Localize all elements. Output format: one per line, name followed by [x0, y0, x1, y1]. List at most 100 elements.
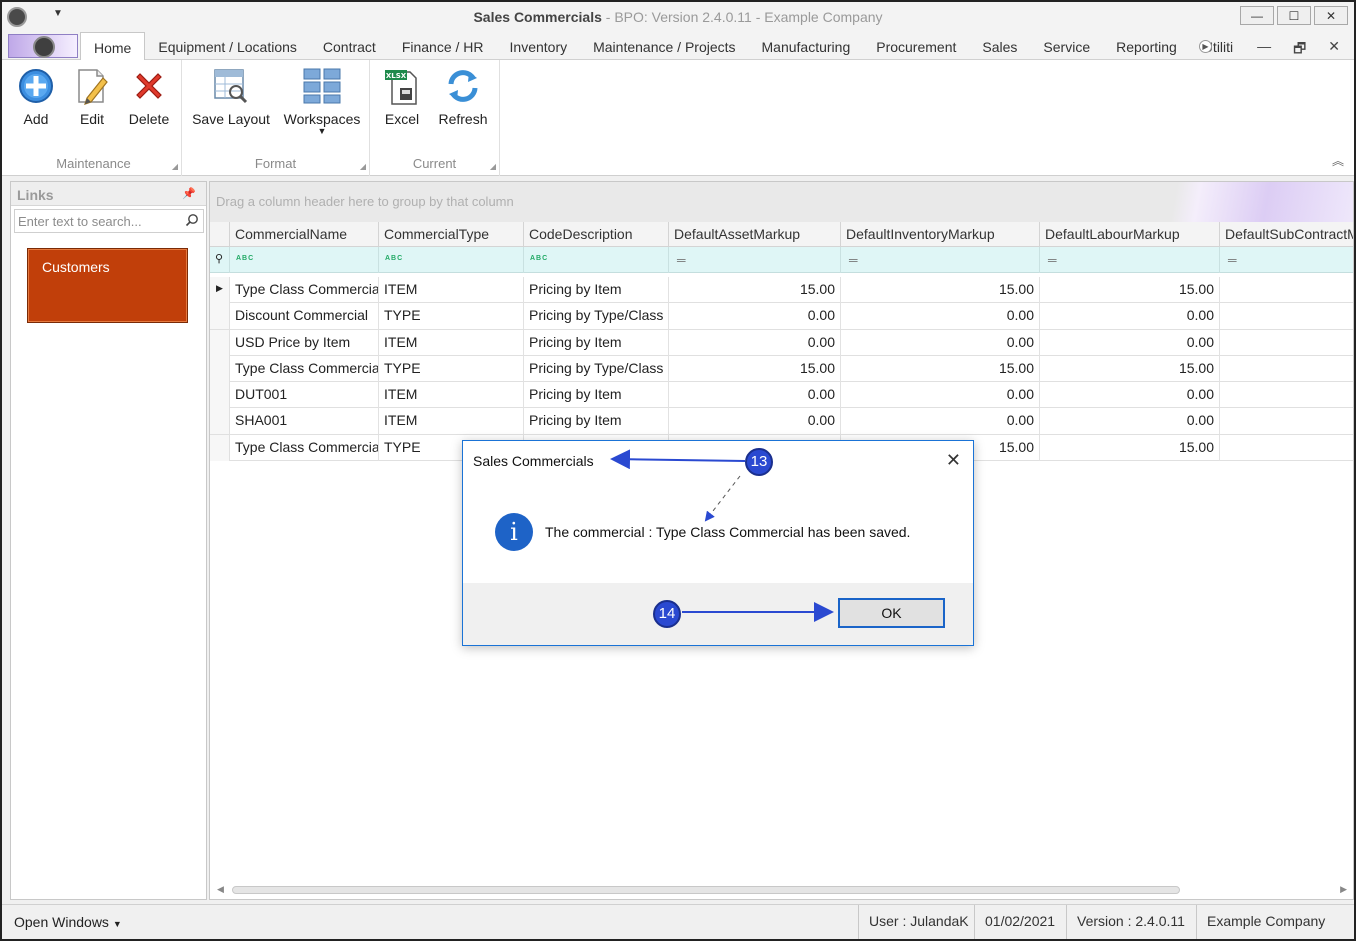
table-row[interactable]: Discount Commercial TYPE Pricing by Type…: [210, 303, 1353, 330]
scroll-left-icon[interactable]: ◀: [217, 884, 224, 895]
cell-defaultlabourmarkup[interactable]: 0.00: [1040, 408, 1220, 435]
tab-procurement[interactable]: Procurement: [863, 32, 969, 60]
tab-scroll-right-icon[interactable]: ▶: [1199, 40, 1212, 53]
tab-reporting[interactable]: Reporting: [1103, 32, 1190, 60]
tab-finance-hr[interactable]: Finance / HR: [389, 32, 497, 60]
cell-commercialtype[interactable]: ITEM: [379, 408, 524, 435]
cell-codedescription[interactable]: Pricing by Item: [524, 408, 669, 435]
cell-commercialname[interactable]: SHA001: [230, 408, 379, 435]
cell-codedescription[interactable]: Pricing by Item: [524, 329, 669, 356]
cell-defaultsubcontractmarkup[interactable]: [1220, 277, 1353, 303]
cell-codedescription[interactable]: Pricing by Type/Class: [524, 303, 669, 330]
links-search-input[interactable]: Enter text to search...: [14, 209, 204, 233]
cell-commercialtype[interactable]: ITEM: [379, 382, 524, 409]
filter-commercialtype[interactable]: ABC: [379, 247, 524, 273]
cell-defaultsubcontractmarkup[interactable]: [1220, 356, 1353, 382]
cell-defaultlabourmarkup[interactable]: 15.00: [1040, 434, 1220, 461]
cell-commercialtype[interactable]: ITEM: [379, 329, 524, 356]
cell-defaultinventorymarkup[interactable]: 0.00: [841, 382, 1040, 409]
cell-defaultlabourmarkup[interactable]: 0.00: [1040, 382, 1220, 409]
filter-defaultinventorymarkup[interactable]: ═: [841, 247, 1040, 273]
cell-defaultsubcontractmarkup[interactable]: [1220, 408, 1353, 434]
cell-defaultinventorymarkup[interactable]: 0.00: [841, 408, 1040, 435]
collapse-ribbon-icon[interactable]: ︽: [1332, 152, 1344, 169]
tab-manufacturing[interactable]: Manufacturing: [749, 32, 864, 60]
cell-codedescription[interactable]: Pricing by Item: [524, 277, 669, 303]
cell-defaultassetmarkup[interactable]: 15.00: [669, 355, 841, 382]
edit-button[interactable]: Edit: [70, 64, 114, 127]
tab-service[interactable]: Service: [1030, 32, 1103, 60]
pin-icon[interactable]: 📌: [182, 187, 196, 200]
cell-commercialname[interactable]: Discount Commercial: [230, 303, 379, 330]
refresh-button[interactable]: Refresh: [436, 64, 490, 127]
tab-sales[interactable]: Sales: [969, 32, 1030, 60]
cell-defaultassetmarkup[interactable]: 0.00: [669, 303, 841, 330]
tab-contract[interactable]: Contract: [310, 32, 389, 60]
cell-defaultsubcontractmarkup[interactable]: [1220, 303, 1353, 329]
column-header-defaultassetmarkup[interactable]: DefaultAssetMarkup: [669, 222, 841, 247]
cell-commercialname[interactable]: USD Price by Item: [230, 329, 379, 356]
cell-defaultassetmarkup[interactable]: 15.00: [669, 277, 841, 303]
close-button[interactable]: ✕: [1314, 6, 1348, 25]
cell-defaultlabourmarkup[interactable]: 0.00: [1040, 303, 1220, 330]
group-launcher-icon[interactable]: ◢: [172, 162, 178, 171]
filter-defaultsubcontractmarkup[interactable]: ═: [1220, 247, 1353, 273]
column-header-codedescription[interactable]: CodeDescription: [524, 222, 669, 247]
group-launcher-icon[interactable]: ◢: [360, 162, 366, 171]
cell-commercialtype[interactable]: TYPE: [379, 303, 524, 330]
dialog-close-button[interactable]: ✕: [946, 450, 961, 471]
maximize-button[interactable]: ☐: [1277, 6, 1311, 25]
cell-defaultlabourmarkup[interactable]: 0.00: [1040, 329, 1220, 356]
group-by-panel[interactable]: Drag a column header here to group by th…: [210, 182, 1353, 222]
filter-commercialname[interactable]: ABC: [230, 247, 379, 273]
cell-commercialtype[interactable]: ITEM: [379, 277, 524, 303]
tab-home[interactable]: Home: [80, 32, 146, 61]
cell-defaultassetmarkup[interactable]: 0.00: [669, 329, 841, 356]
cell-codedescription[interactable]: Pricing by Type/Class: [524, 355, 669, 382]
cell-defaultassetmarkup[interactable]: 0.00: [669, 382, 841, 409]
cell-defaultinventorymarkup[interactable]: 0.00: [841, 329, 1040, 356]
scrollbar-thumb[interactable]: [232, 886, 1180, 894]
column-header-commercialname[interactable]: CommercialName: [230, 222, 379, 247]
mdi-minimize-button[interactable]: —: [1257, 38, 1271, 62]
tab-equipment-locations[interactable]: Equipment / Locations: [145, 32, 310, 60]
mdi-close-button[interactable]: ✕: [1328, 38, 1340, 62]
cell-defaultassetmarkup[interactable]: 0.00: [669, 408, 841, 435]
search-icon[interactable]: [185, 213, 199, 230]
cell-defaultinventorymarkup[interactable]: 0.00: [841, 303, 1040, 330]
horizontal-scrollbar[interactable]: ◀ ▶: [210, 881, 1353, 899]
column-header-defaultsubcontractmarkup[interactable]: DefaultSubContractM: [1220, 222, 1353, 247]
filter-codedescription[interactable]: ABC: [524, 247, 669, 273]
table-row[interactable]: ▶ Type Class Commercial ITEM Pricing by …: [210, 277, 1353, 304]
customers-link-tile[interactable]: Customers: [27, 248, 188, 323]
cell-commercialname[interactable]: DUT001: [230, 382, 379, 409]
delete-button[interactable]: Delete: [124, 64, 174, 127]
table-row[interactable]: Type Class Commercial TYPE Pricing by Ty…: [210, 355, 1353, 383]
table-row[interactable]: DUT001 ITEM Pricing by Item 0.00 0.00 0.…: [210, 382, 1353, 409]
scroll-right-icon[interactable]: ▶: [1340, 884, 1347, 895]
cell-defaultsubcontractmarkup[interactable]: [1220, 435, 1353, 461]
cell-commercialtype[interactable]: TYPE: [379, 355, 524, 382]
excel-button[interactable]: XLSX Excel: [380, 64, 424, 127]
mdi-restore-button[interactable]: 🗗: [1293, 38, 1306, 62]
open-windows-menu[interactable]: Open Windows ▼: [14, 914, 122, 930]
cell-defaultlabourmarkup[interactable]: 15.00: [1040, 355, 1220, 382]
tab-inventory[interactable]: Inventory: [497, 32, 581, 60]
column-header-defaultinventorymarkup[interactable]: DefaultInventoryMarkup: [841, 222, 1040, 247]
cell-defaultsubcontractmarkup[interactable]: [1220, 382, 1353, 408]
cell-commercialname[interactable]: Type Class Commercial: [230, 355, 379, 382]
add-button[interactable]: Add: [14, 64, 58, 127]
tab-maintenance-projects[interactable]: Maintenance / Projects: [580, 32, 748, 60]
minimize-button[interactable]: —: [1240, 6, 1274, 25]
table-row[interactable]: SHA001 ITEM Pricing by Item 0.00 0.00 0.…: [210, 408, 1353, 435]
cell-commercialname[interactable]: Type Class Commercial: [230, 434, 379, 461]
cell-codedescription[interactable]: Pricing by Item: [524, 382, 669, 409]
filter-defaultlabourmarkup[interactable]: ═: [1040, 247, 1220, 273]
workspaces-button[interactable]: Workspaces ▼: [282, 64, 362, 136]
group-launcher-icon[interactable]: ◢: [490, 162, 496, 171]
application-menu-button[interactable]: [8, 34, 78, 58]
cell-defaultinventorymarkup[interactable]: 15.00: [841, 277, 1040, 303]
filter-defaultassetmarkup[interactable]: ═: [669, 247, 841, 273]
ok-button[interactable]: OK: [838, 598, 945, 628]
column-header-defaultlabourmarkup[interactable]: DefaultLabourMarkup: [1040, 222, 1220, 247]
